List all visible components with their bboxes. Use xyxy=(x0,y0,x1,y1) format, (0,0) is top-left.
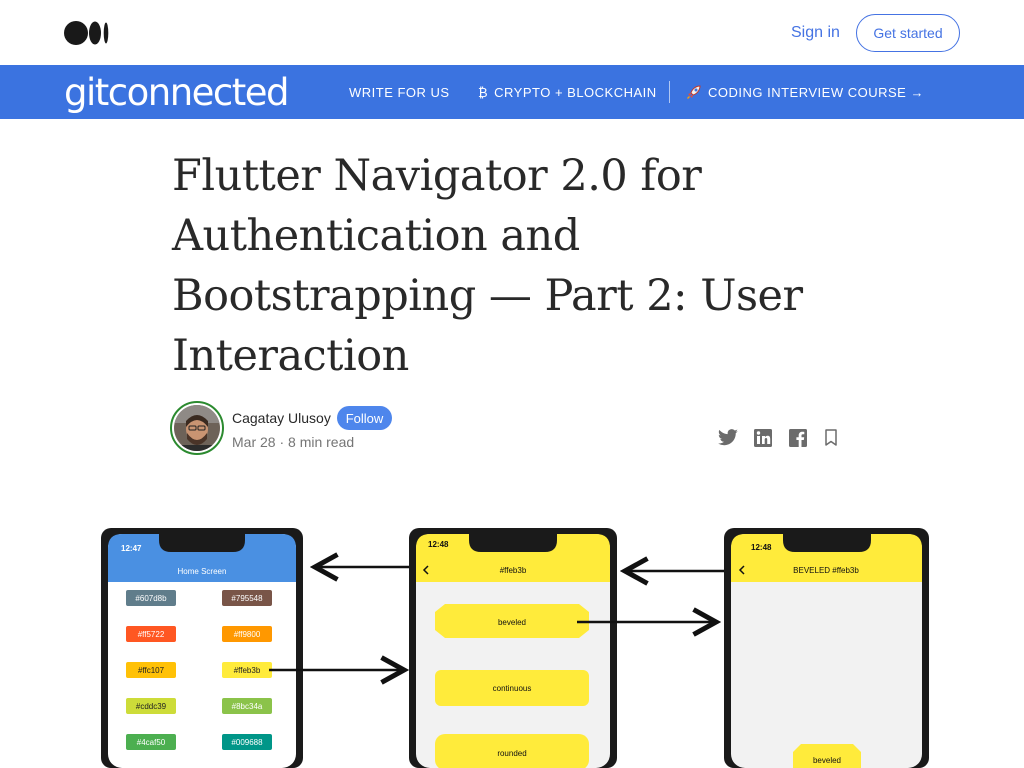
article-title: Flutter Navigator 2.0 for Authentication… xyxy=(172,151,803,381)
follow-button[interactable]: Follow xyxy=(337,406,392,430)
color-chip-label: #607d8b xyxy=(135,594,167,603)
article-meta: Mar 28 · 8 min read xyxy=(232,434,355,450)
nav-crypto-label: CRYPTO + BLOCKCHAIN xyxy=(494,84,657,100)
twitter-icon[interactable] xyxy=(717,428,739,448)
publication-logo[interactable]: gitconnected xyxy=(64,71,290,114)
color-chip-label: #cddc39 xyxy=(136,702,167,711)
phone-home-screen: 12:47 Home Screen #607d8b #795548 #ff5722 #… xyxy=(101,528,303,768)
top-bar: Sign in Get started xyxy=(0,0,1024,65)
color-chip-label: #ff5722 xyxy=(138,630,165,639)
nav-course-label: CODING INTERVIEW COURSE → xyxy=(708,84,924,100)
color-chip-label: #ff9800 xyxy=(234,630,261,639)
phone-shape-screen: 12:48 BEVELED #ffeb3b beveled xyxy=(724,528,929,768)
publication-bar: gitconnected WRITE FOR US ₿ CRYPTO + BLO… xyxy=(0,65,1024,119)
color-chip-label: #4caf50 xyxy=(137,738,166,747)
phone3-title: BEVELED #ffeb3b xyxy=(793,566,859,575)
author-name[interactable]: Cagatay Ulusoy xyxy=(232,410,331,426)
facebook-icon[interactable] xyxy=(787,428,809,448)
beveled-button-label: beveled xyxy=(498,618,526,627)
nav-write-for-us-label: WRITE FOR US xyxy=(349,84,450,100)
rocket-icon xyxy=(686,84,702,100)
medium-logo[interactable] xyxy=(64,21,110,45)
phone3-time: 12:48 xyxy=(751,543,772,552)
phone2-title: #ffeb3b xyxy=(500,566,527,575)
phone1-time: 12:47 xyxy=(121,544,142,553)
color-chip-label: #009688 xyxy=(231,738,263,747)
nav-divider xyxy=(669,81,670,103)
sign-in-link[interactable]: Sign in xyxy=(791,24,840,42)
author-avatar[interactable] xyxy=(170,401,224,455)
nav-coding-interview-course[interactable]: CODING INTERVIEW COURSE → xyxy=(686,65,924,119)
linkedin-icon[interactable] xyxy=(752,428,774,448)
bitcoin-icon: ₿ xyxy=(478,84,489,100)
phone2-time: 12:48 xyxy=(428,540,449,549)
bookmark-icon[interactable] xyxy=(820,428,842,448)
phone1-title: Home Screen xyxy=(178,567,227,576)
phone3-button-label: beveled xyxy=(813,756,841,765)
color-chip-label: #ffeb3b xyxy=(234,666,261,675)
rounded-button-label: rounded xyxy=(497,749,526,758)
get-started-button[interactable]: Get started xyxy=(856,14,960,52)
nav-write-for-us[interactable]: WRITE FOR US xyxy=(349,65,450,119)
color-chip-label: #795548 xyxy=(231,594,263,603)
color-chip-label: #8bc34a xyxy=(232,702,263,711)
phone-color-screen: 12:48 #ffeb3b beveled continuous rounded xyxy=(409,528,617,768)
nav-crypto-blockchain[interactable]: ₿ CRYPTO + BLOCKCHAIN xyxy=(478,65,657,119)
color-chip-label: #ffc107 xyxy=(138,666,165,675)
continuous-button-label: continuous xyxy=(493,684,532,693)
hero-image: 12:47 Home Screen #607d8b #795548 #ff5722 #… xyxy=(101,528,929,768)
